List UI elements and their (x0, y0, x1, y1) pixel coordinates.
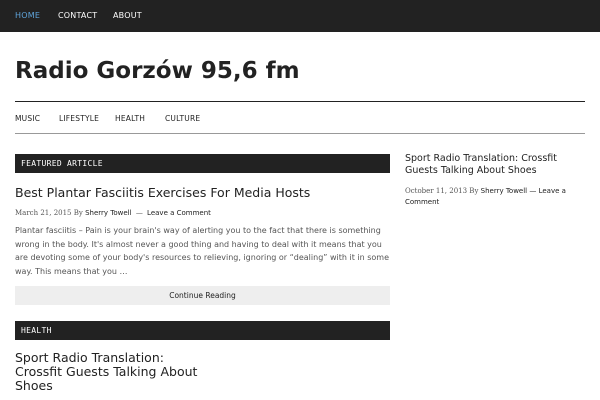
featured-post-title[interactable]: Best Plantar Fasciitis Exercises For Med… (15, 185, 310, 200)
nav-health-link[interactable]: HEALTH (115, 114, 145, 123)
post-date: March 21, 2015 (15, 209, 72, 217)
sidebar-post-date: October 11, 2013 (405, 187, 468, 195)
health-post-title-line: Crossfit Guests Talking About (15, 364, 198, 379)
nav-culture-link[interactable]: CULTURE (165, 114, 200, 123)
health-post-title[interactable]: Sport Radio Translation: Crossfit Guests… (15, 351, 197, 393)
featured-section-header: FEATURED ARTICLE (15, 154, 390, 173)
sidebar-post-title[interactable]: Sport Radio Translation: Crossfit Guests… (405, 153, 585, 177)
site-title[interactable]: Radio Gorzów 95,6 fm (15, 58, 300, 84)
nav-contact-link[interactable]: CONTACT (58, 11, 97, 20)
header-divider (15, 101, 585, 102)
health-post-title-line: Sport Radio Translation: (15, 350, 164, 365)
meta-separator: — (135, 209, 143, 217)
top-navigation: HOME CONTACT ABOUT (0, 0, 600, 32)
post-author-link[interactable]: Sherry Towell (85, 209, 131, 217)
health-section-label: HEALTH (21, 326, 52, 335)
health-post-title-line: Shoes (15, 378, 53, 393)
sidebar-meta-separator: — (529, 187, 537, 195)
nav-home-link[interactable]: HOME (15, 11, 40, 20)
featured-post-meta: March 21, 2015 By Sherry Towell — Leave … (15, 209, 211, 217)
nav-lifestyle-link[interactable]: LIFESTYLE (59, 114, 99, 123)
post-by-label: By (73, 209, 83, 217)
continue-reading-button[interactable]: Continue Reading (15, 286, 390, 305)
sidebar-author-link[interactable]: Sherry Towell (481, 187, 527, 195)
nav-about-link[interactable]: ABOUT (113, 11, 142, 20)
category-divider (15, 133, 585, 134)
sidebar-post-meta: October 11, 2013 By Sherry Towell — Leav… (405, 186, 585, 208)
featured-post-excerpt: Plantar fasciitis – Pain is your brain's… (15, 226, 389, 276)
featured-section-label: FEATURED ARTICLE (21, 159, 103, 168)
health-section-header: HEALTH (15, 321, 390, 340)
leave-comment-link[interactable]: Leave a Comment (147, 209, 211, 217)
nav-music-link[interactable]: MUSIC (15, 114, 40, 123)
sidebar-by-label: By (469, 187, 479, 195)
